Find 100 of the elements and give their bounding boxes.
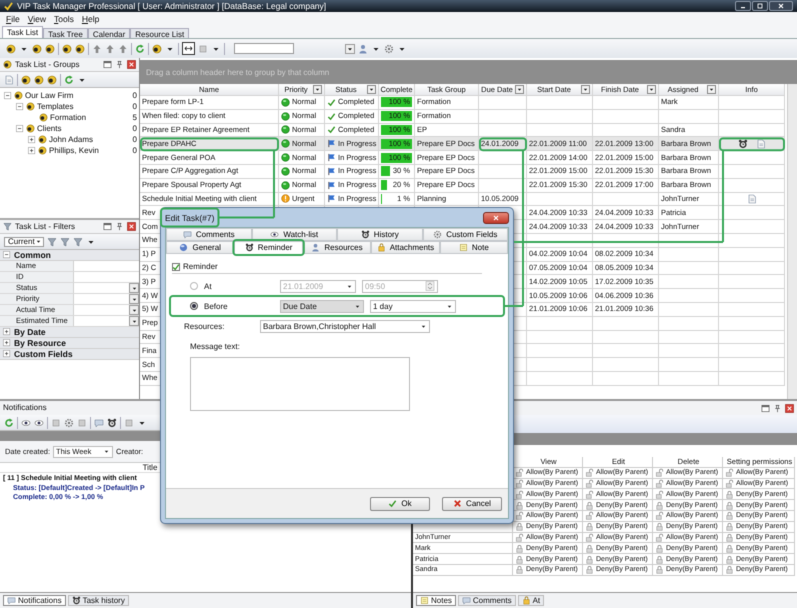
tab[interactable]: Notifications: [3, 595, 66, 606]
close-button[interactable]: [483, 212, 509, 224]
ok-button[interactable]: Ok: [370, 496, 430, 510]
resources-dropdown[interactable]: Barbara Brown,Christopher Hall: [260, 320, 430, 332]
window-icon[interactable]: [103, 222, 112, 231]
maximize-button[interactable]: [752, 1, 768, 11]
property-field[interactable]: [74, 272, 139, 282]
minimize-button[interactable]: [735, 1, 751, 11]
tab[interactable]: Comments: [458, 595, 516, 606]
filter-dropdown[interactable]: Current: [4, 236, 44, 246]
collapse-icon[interactable]: [4, 92, 12, 100]
close-icon[interactable]: [127, 222, 136, 231]
tab[interactable]: Task Tree: [43, 28, 88, 38]
group-icon[interactable]: [34, 74, 44, 84]
tree-item[interactable]: Our Law Firm: [25, 91, 74, 100]
menu-item[interactable]: Help: [82, 14, 100, 24]
filter-button[interactable]: [707, 85, 716, 94]
dropdown-button[interactable]: [129, 294, 139, 304]
tab[interactable]: At: [518, 595, 544, 606]
property-field[interactable]: [74, 305, 139, 315]
tab[interactable]: Note: [440, 241, 508, 254]
tree-item[interactable]: Templates: [37, 102, 74, 111]
tree-item[interactable]: Phillips, Kevin: [49, 146, 99, 155]
menu-item[interactable]: View: [28, 14, 46, 24]
group-icon[interactable]: [152, 44, 162, 54]
eye-icon[interactable]: [34, 418, 44, 428]
expand-icon[interactable]: [3, 350, 11, 358]
group-icon[interactable]: [6, 44, 16, 54]
expand-icon[interactable]: [3, 328, 11, 336]
tab[interactable]: Reminder: [234, 241, 303, 254]
close-icon[interactable]: [785, 404, 794, 412]
group-icon[interactable]: [75, 44, 85, 54]
tab[interactable]: Comments: [166, 228, 252, 241]
gear-icon: [433, 230, 442, 239]
ball-icon: [281, 125, 290, 134]
scrollbar[interactable]: [787, 84, 797, 399]
pin-icon[interactable]: [115, 60, 124, 69]
caret-icon: [368, 86, 375, 93]
property-field[interactable]: [74, 316, 139, 326]
window-icon[interactable]: [103, 60, 112, 69]
pin-icon[interactable]: [115, 222, 124, 231]
filter-button[interactable]: [581, 85, 590, 94]
reference-dropdown[interactable]: Due Date: [280, 300, 364, 312]
gear-icon[interactable]: [384, 44, 394, 54]
group-icon[interactable]: [21, 74, 31, 84]
expand-icon[interactable]: [28, 136, 36, 144]
tree-item[interactable]: John Adams: [49, 135, 94, 144]
tab[interactable]: History: [337, 228, 422, 241]
checkbox[interactable]: [172, 262, 180, 270]
property-field[interactable]: [74, 294, 139, 304]
menu-item[interactable]: File: [6, 14, 20, 24]
tab[interactable]: Task List: [2, 26, 44, 38]
eye-icon[interactable]: [21, 418, 31, 428]
tab[interactable]: Watch-list: [252, 228, 337, 241]
close-button[interactable]: [769, 1, 793, 11]
filter-button[interactable]: [515, 85, 524, 94]
filter-button[interactable]: [647, 85, 656, 94]
group-icon[interactable]: [45, 44, 55, 54]
dropdown-button[interactable]: [129, 283, 139, 293]
collapse-icon[interactable]: [3, 251, 11, 259]
tab[interactable]: Resource List: [130, 28, 190, 38]
close-icon[interactable]: [127, 60, 136, 69]
cancel-button[interactable]: Cancel: [442, 496, 502, 510]
expand-icon[interactable]: [3, 339, 11, 347]
expand-icon[interactable]: [28, 146, 36, 154]
collapse-icon[interactable]: [16, 124, 24, 132]
pin-icon[interactable]: [773, 404, 782, 412]
double-arrow-icon[interactable]: [184, 44, 193, 53]
tab[interactable]: Attachments: [371, 241, 440, 254]
refresh-icon[interactable]: [135, 44, 145, 54]
filter-button[interactable]: [367, 85, 376, 94]
speech-bubble-icon: [7, 596, 16, 605]
property-field[interactable]: [74, 261, 139, 271]
group-icon[interactable]: [47, 74, 57, 84]
radio-button[interactable]: [190, 302, 198, 310]
dropdown-button[interactable]: [129, 305, 139, 315]
offset-dropdown[interactable]: 1 day: [370, 300, 456, 312]
alarm-clock-icon[interactable]: [107, 418, 117, 428]
tree-item[interactable]: Clients: [37, 124, 62, 133]
tab[interactable]: Resources: [302, 241, 372, 254]
window-icon[interactable]: [761, 404, 770, 412]
tree-item[interactable]: Formation: [50, 113, 86, 122]
tab[interactable]: Calendar: [88, 28, 130, 38]
dropdown-button[interactable]: [129, 316, 139, 326]
tab[interactable]: General: [166, 241, 234, 254]
tab[interactable]: Task history: [68, 595, 129, 606]
message-field[interactable]: [190, 357, 410, 411]
tab[interactable]: Notes: [416, 595, 456, 606]
tab[interactable]: Custom Fields: [422, 228, 508, 241]
property-field[interactable]: [74, 283, 139, 293]
dropdown-button[interactable]: [345, 44, 355, 54]
menu-item[interactable]: Tools: [54, 14, 74, 24]
group-icon[interactable]: [32, 44, 42, 54]
combo-box[interactable]: [234, 43, 294, 54]
refresh-icon[interactable]: [4, 418, 14, 428]
ball-icon: [281, 153, 290, 162]
gear-icon[interactable]: [64, 418, 74, 428]
filter-button[interactable]: [313, 85, 322, 94]
collapse-icon[interactable]: [16, 102, 24, 110]
group-icon[interactable]: [62, 44, 72, 54]
